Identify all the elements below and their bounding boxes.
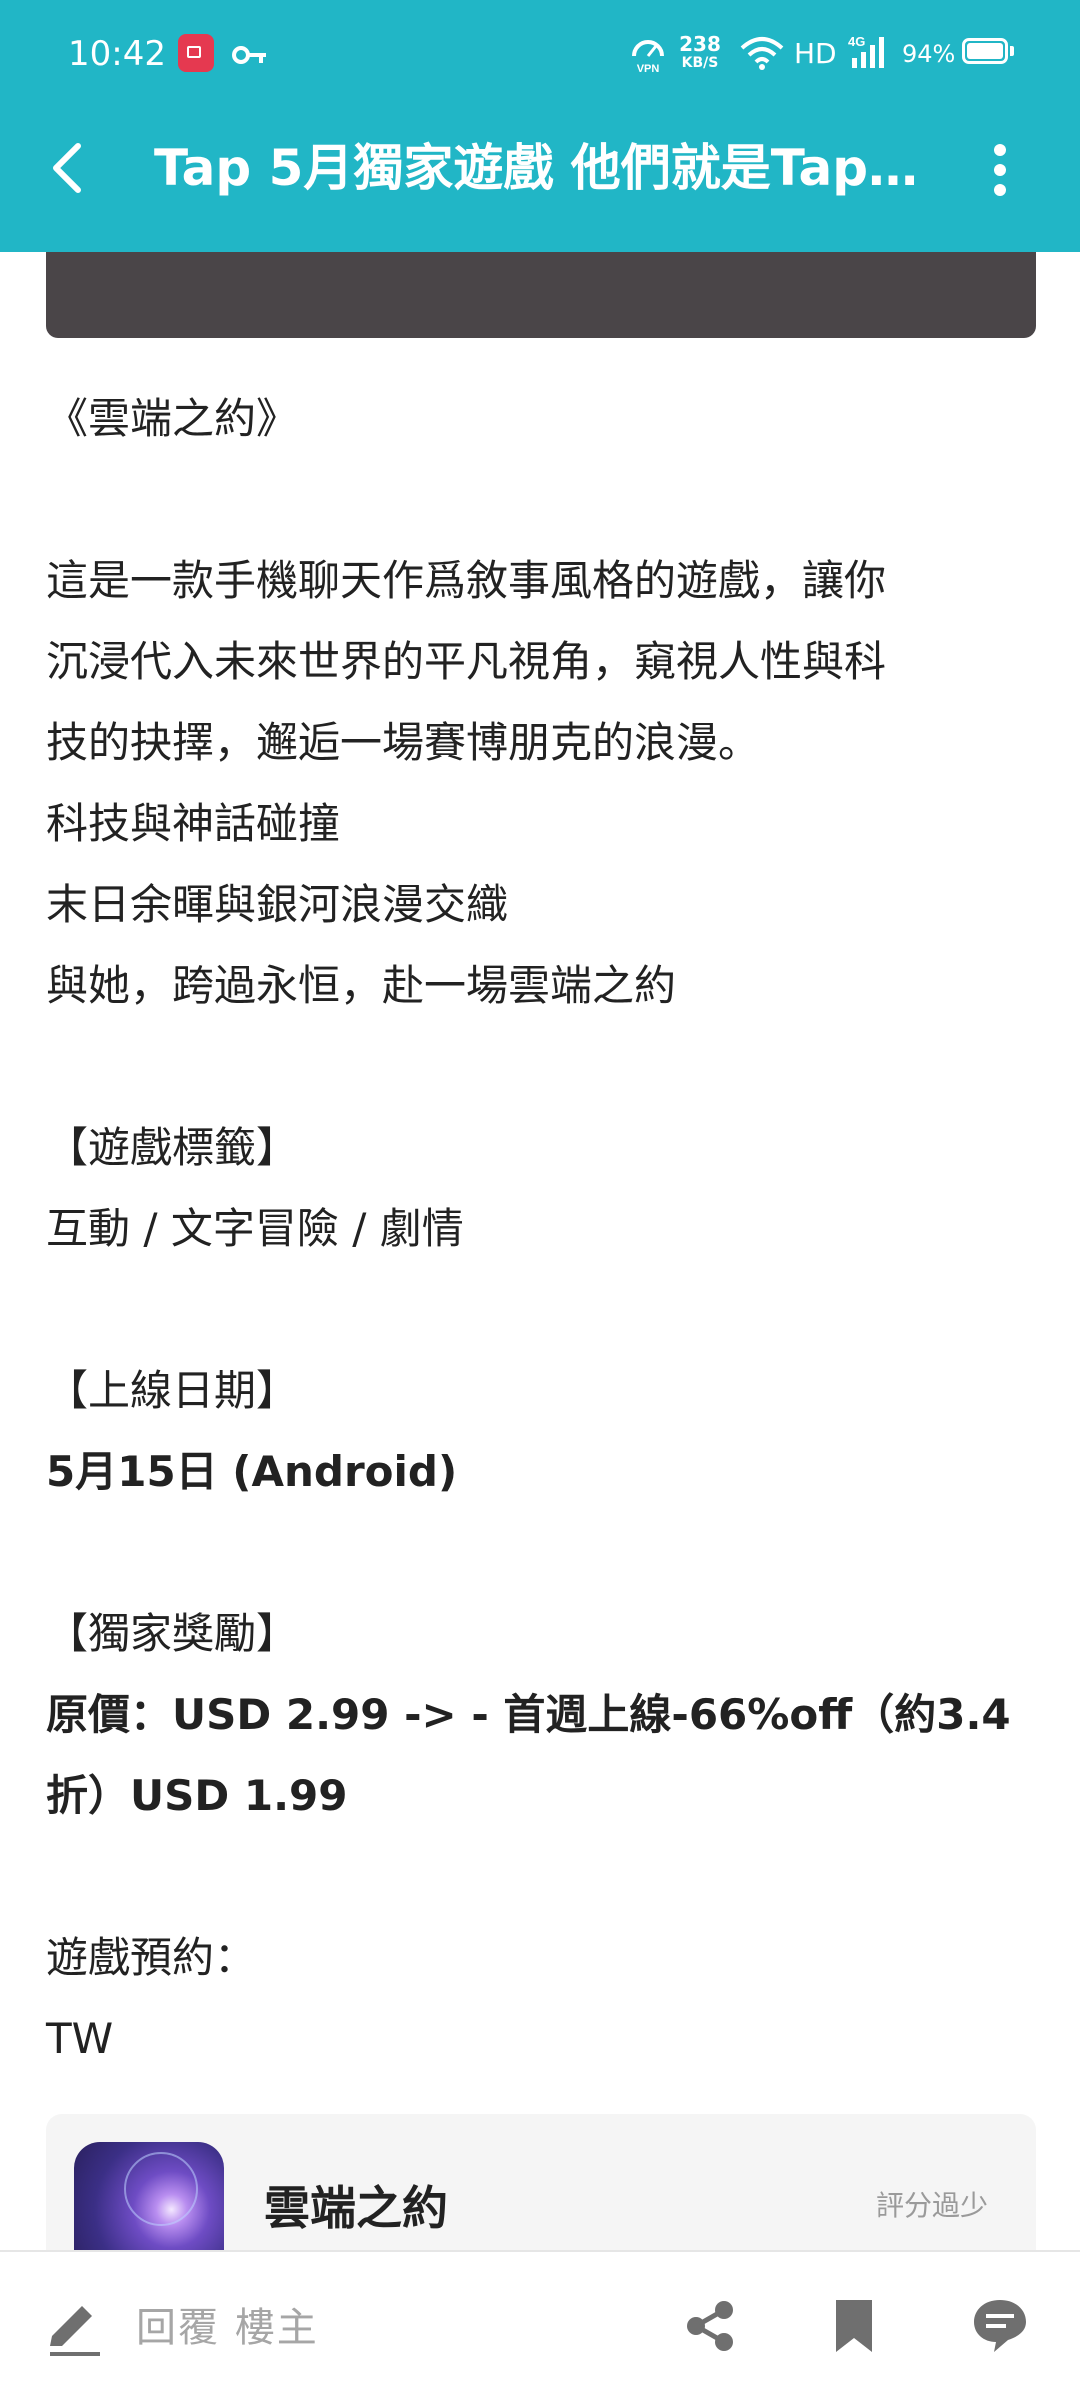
game-card[interactable]: 雲端之約 評分過少 (46, 2114, 1036, 2254)
page-title: Tap 5月獨家遊戲 他們就是Tap… (154, 139, 914, 197)
article-line: 《雲端之約》 (46, 394, 299, 443)
article-line: 這是一款手機聊天作爲敘事風格的遊戲，讓你 (46, 556, 887, 605)
article-line (46, 1512, 1046, 1593)
embedded-media-bottom[interactable] (46, 252, 1036, 338)
bottom-action-bar: 回覆 樓主 (0, 2250, 1080, 2400)
network-speed-unit: KB/S (681, 55, 719, 71)
article-line: 末日余暉與銀河浪漫交織 (46, 880, 509, 929)
article-line: 技的抉擇，邂逅一場賽博朋克的浪漫。 (46, 718, 761, 767)
article-line (46, 459, 1046, 540)
network-speed: 238 KB/S (676, 34, 724, 72)
article-line: 【遊戲標籤】 (46, 1123, 299, 1172)
pen-icon[interactable] (42, 2296, 106, 2360)
vpn-icon: VPN (628, 34, 668, 78)
battery-tip (1010, 46, 1014, 56)
article-line: 【上線日期】 (46, 1366, 299, 1415)
article-line: 互動 / 文字冒險 / 劇情 (46, 1204, 464, 1253)
article-body: 《雲端之約》 這是一款手機聊天作爲敘事風格的遊戲，讓你 沉浸代入未來世界的平凡視… (46, 378, 1046, 2079)
back-arrow-icon[interactable] (40, 134, 96, 202)
article-line: 原價：USD 2.99 -> - 首週上線-66%off（約3.4 (46, 1690, 1011, 1739)
article-line: 5月15日 (Android) (46, 1447, 458, 1496)
article-line: TW (46, 2014, 114, 2063)
wifi-icon (740, 36, 784, 74)
network-speed-value: 238 (679, 32, 721, 56)
screen-record-icon (178, 34, 214, 72)
bookmark-icon[interactable] (830, 2296, 878, 2356)
article-line: 沉浸代入未來世界的平凡視角，窺視人性與科 (46, 637, 887, 686)
app-bar: 10:42 VPN 238 KB/S HD 4G 94% Tap 5月獨家遊戲 … (0, 0, 1080, 252)
article-line (46, 1026, 1046, 1107)
svg-text:VPN: VPN (637, 63, 660, 74)
battery-icon (962, 38, 1008, 64)
article-line: 科技與神話碰撞 (46, 799, 341, 848)
article-line: 【獨家獎勵】 (46, 1609, 299, 1658)
cell-signal-icon: 4G (846, 32, 890, 76)
network-type-label: HD (794, 37, 837, 70)
article-line (46, 1836, 1046, 1917)
svg-text:4G: 4G (848, 34, 865, 49)
battery-percent: 94% (902, 40, 956, 68)
key-icon (232, 40, 268, 74)
game-name: 雲端之約 (264, 2181, 448, 2235)
share-icon[interactable] (680, 2296, 740, 2356)
article-line: 遊戲預約： (46, 1933, 257, 1982)
status-bar: 10:42 VPN 238 KB/S HD 4G 94% (0, 0, 1080, 108)
more-options-icon[interactable] (980, 138, 1020, 202)
article-line: 與她，跨過永恒，赴一場雲端之約 (46, 961, 677, 1010)
comment-icon[interactable] (970, 2296, 1030, 2356)
game-app-icon (74, 2142, 224, 2254)
game-rating: 評分過少 (875, 2189, 988, 2222)
article-line: 折）USD 1.99 (46, 1771, 348, 1820)
status-time: 10:42 (68, 34, 166, 74)
reply-to-op-input[interactable]: 回覆 樓主 (136, 2300, 319, 2356)
article-line (46, 1269, 1046, 1350)
